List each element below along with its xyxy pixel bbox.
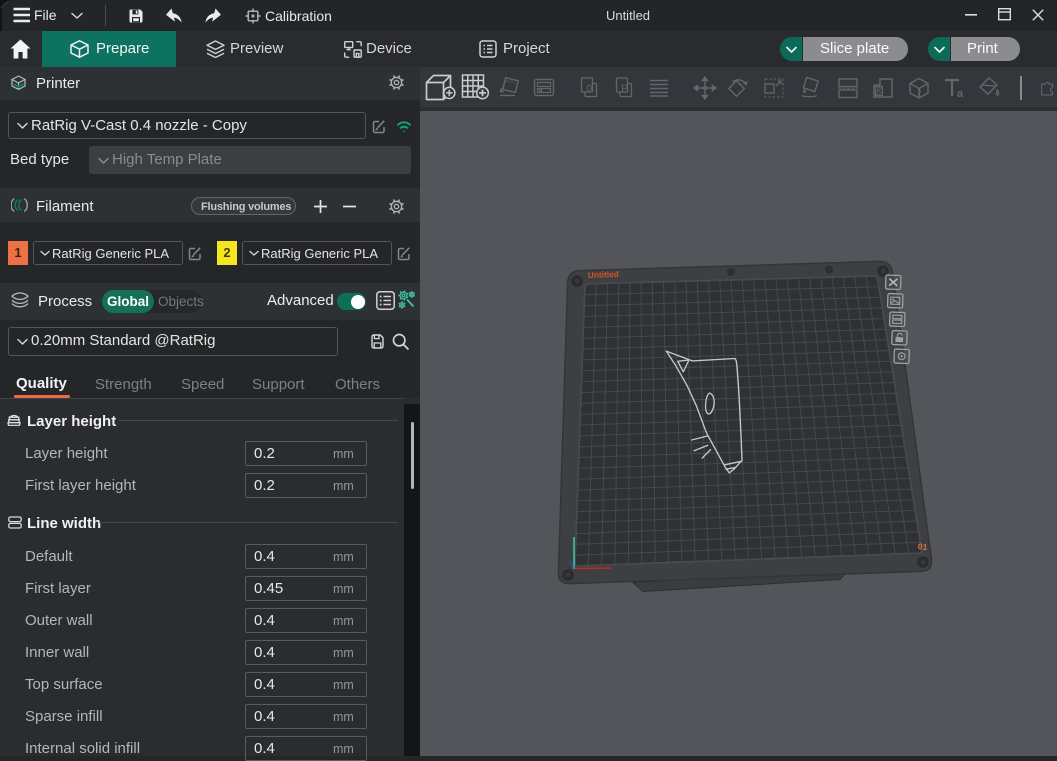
svg-text:a: a	[957, 88, 964, 100]
svg-text:P: P	[621, 83, 628, 95]
svg-text:0: 0	[586, 83, 592, 95]
svg-text:Untitled: Untitled	[588, 269, 619, 280]
svg-text:01: 01	[917, 541, 928, 552]
